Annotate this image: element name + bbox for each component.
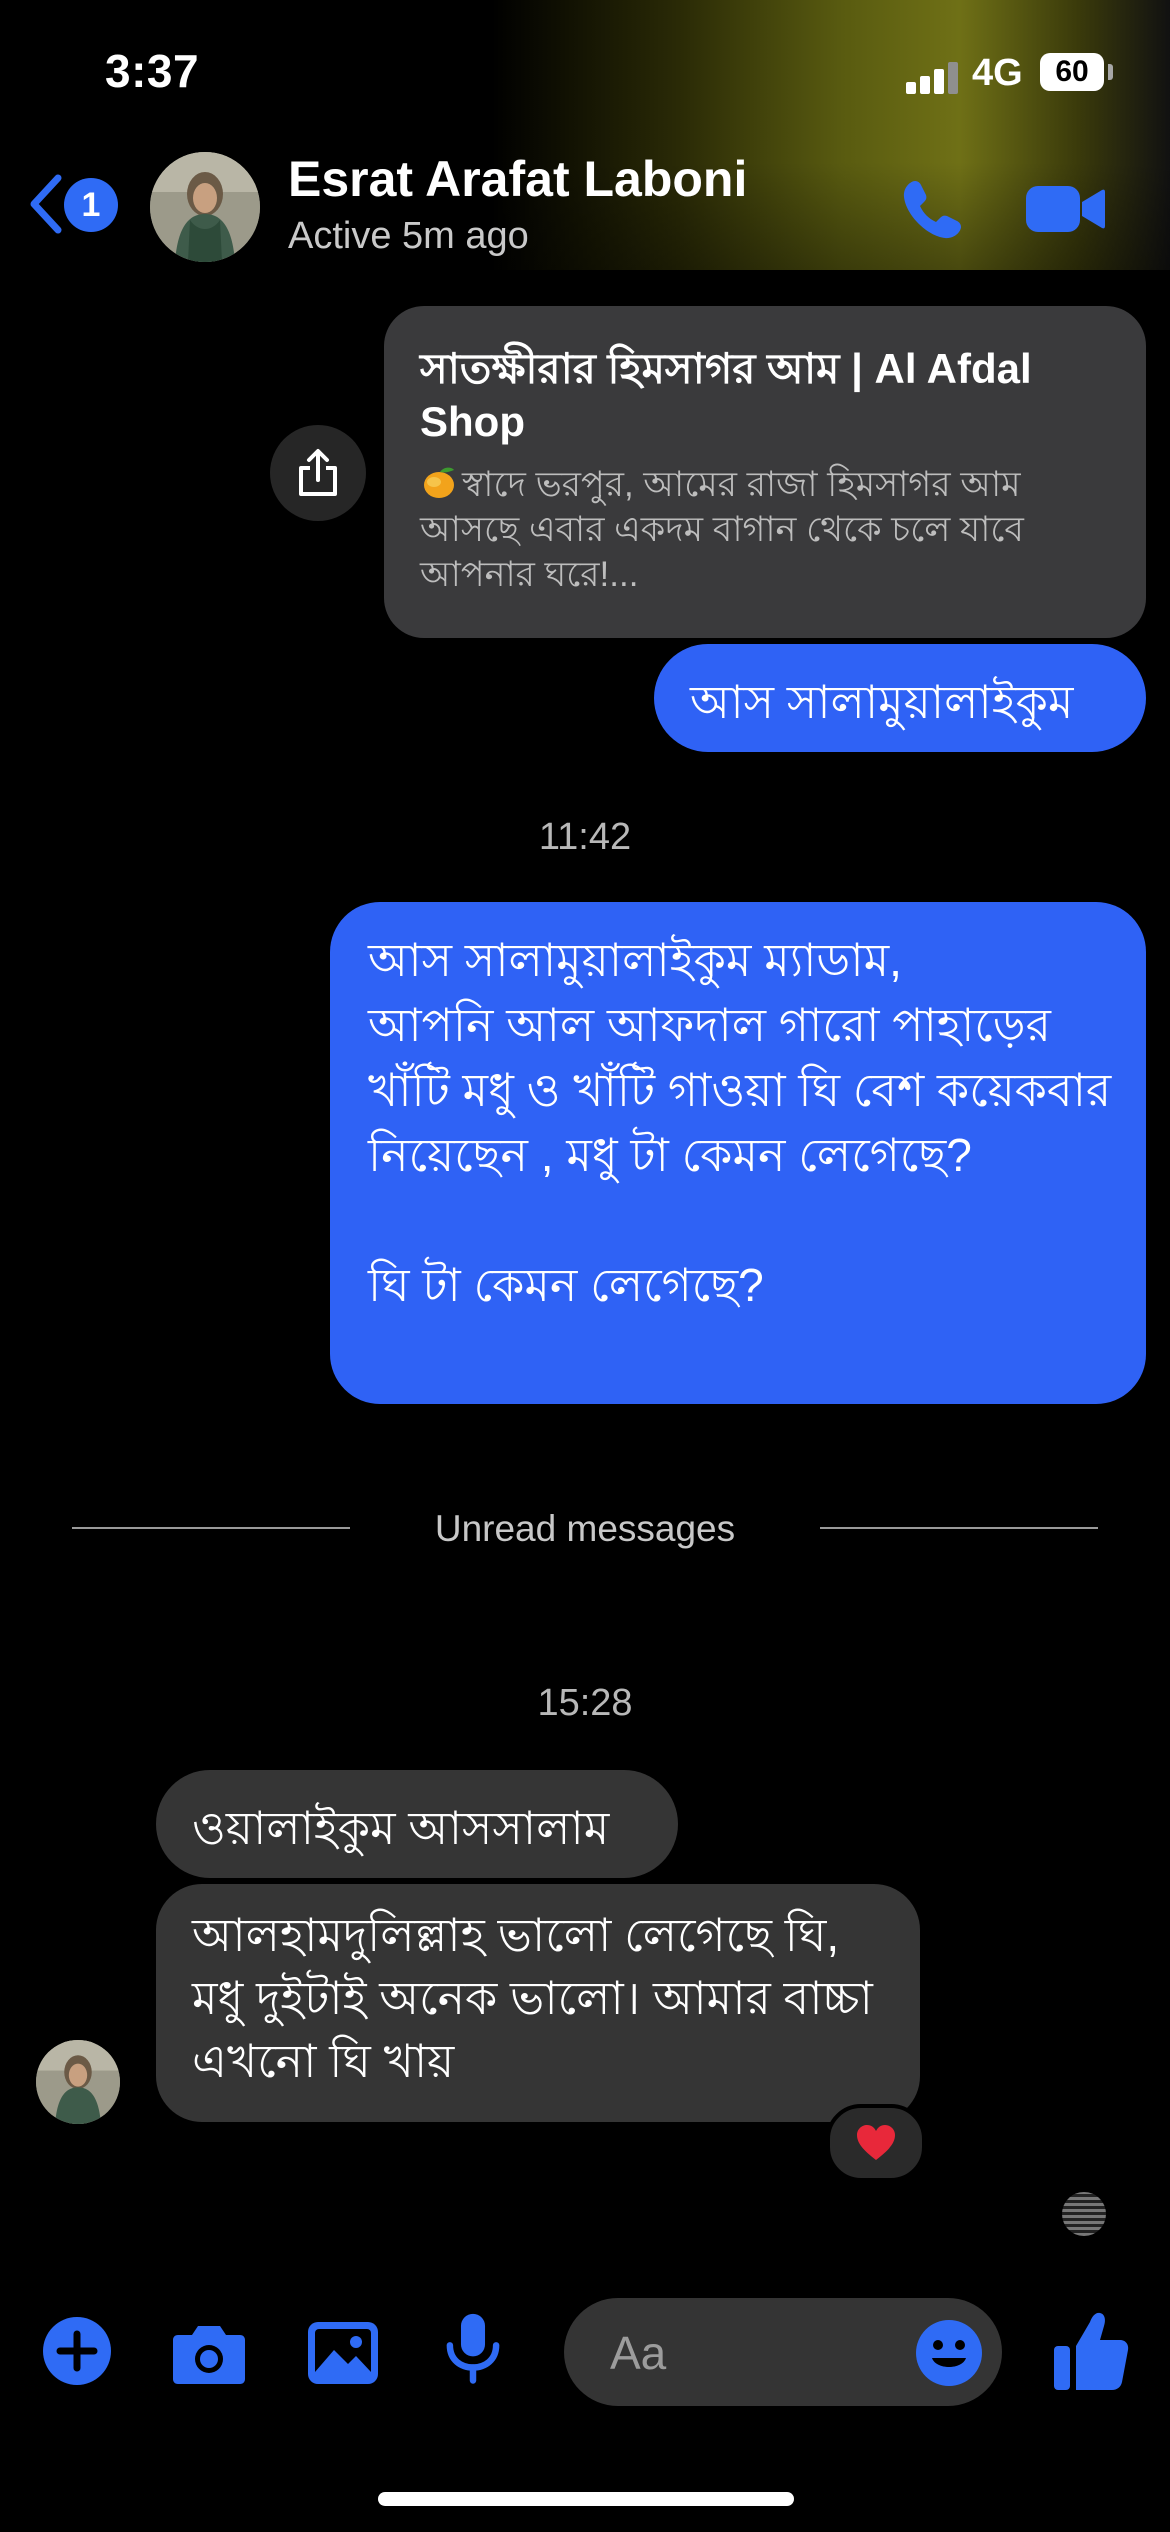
contact-name[interactable]: Esrat Arafat Laboni <box>288 150 747 208</box>
sender-avatar[interactable] <box>36 2040 120 2124</box>
message-text: আস সালামুয়ালাইকুম <box>690 676 1074 728</box>
message-bubble-outgoing[interactable]: আস সালামুয়ালাইকুম ম্যাডাম, আপনি আল আফদা… <box>330 902 1146 1404</box>
divider-line-right <box>820 1527 1098 1529</box>
link-preview-title[interactable]: সাতক্ষীরার হিমসাগর আম | Al Afdal Shop <box>420 342 1120 448</box>
message-bubble-outgoing[interactable]: আস সালামুয়ালাইকুম <box>654 644 1146 752</box>
heart-icon <box>857 2125 895 2160</box>
sender-avatar-image <box>36 2040 120 2124</box>
message-bubble-incoming[interactable]: আলহামদুলিল্লাহ ভালো লেগেছে ঘি, মধু দুইটা… <box>156 1884 920 2122</box>
mango-emoji-icon <box>424 467 454 498</box>
thumbs-up-icon[interactable] <box>1052 2310 1130 2392</box>
image-icon[interactable] <box>306 2316 380 2390</box>
battery-level: 60 <box>1055 55 1089 88</box>
contact-active-status: Active 5m ago <box>288 215 529 257</box>
share-icon <box>299 449 337 496</box>
battery-icon: 60 <box>1040 53 1104 91</box>
contact-avatar[interactable] <box>150 152 260 262</box>
message-text: আলহামদুলিল্লাহ ভালো লেগেছে ঘি, মধু দুইটা… <box>192 1909 873 2087</box>
message-bubble-incoming[interactable]: ওয়ালাইকুম আসসালাম <box>156 1770 678 1878</box>
link-preview-description: স্বাদে ভরপুর, আমের রাজা হিমসাগর আম আসছে … <box>420 465 1024 594</box>
video-camera-icon[interactable] <box>1024 180 1106 238</box>
contact-avatar-image <box>150 152 260 262</box>
message-input[interactable] <box>608 2322 912 2384</box>
seen-indicator-avatar <box>1062 2192 1106 2236</box>
unread-messages-divider: Unread messages <box>434 1508 736 1549</box>
plus-icon[interactable] <box>40 2314 114 2388</box>
status-time: 3:37 <box>105 45 200 97</box>
message-timestamp: 15:28 <box>537 1682 633 1724</box>
network-type: 4G <box>972 52 1023 94</box>
share-button[interactable] <box>270 425 366 521</box>
message-reaction[interactable] <box>826 2104 926 2182</box>
message-timestamp: 11:42 <box>538 816 632 858</box>
battery-tip <box>1108 64 1113 80</box>
signal-icon <box>906 60 962 94</box>
message-text: ওয়ালাইকুম আসসালাম <box>192 1802 610 1854</box>
unread-count-badge[interactable]: 1 <box>64 178 118 232</box>
microphone-icon[interactable] <box>436 2312 510 2386</box>
emoji-icon[interactable] <box>914 2318 984 2388</box>
phone-icon[interactable] <box>897 175 967 245</box>
home-indicator[interactable] <box>378 2492 794 2506</box>
camera-icon[interactable] <box>172 2316 246 2390</box>
message-text: আস সালামুয়ালাইকুম ম্যাডাম, আপনি আল আফদা… <box>368 934 1112 1311</box>
back-chevron-icon[interactable] <box>26 172 66 236</box>
